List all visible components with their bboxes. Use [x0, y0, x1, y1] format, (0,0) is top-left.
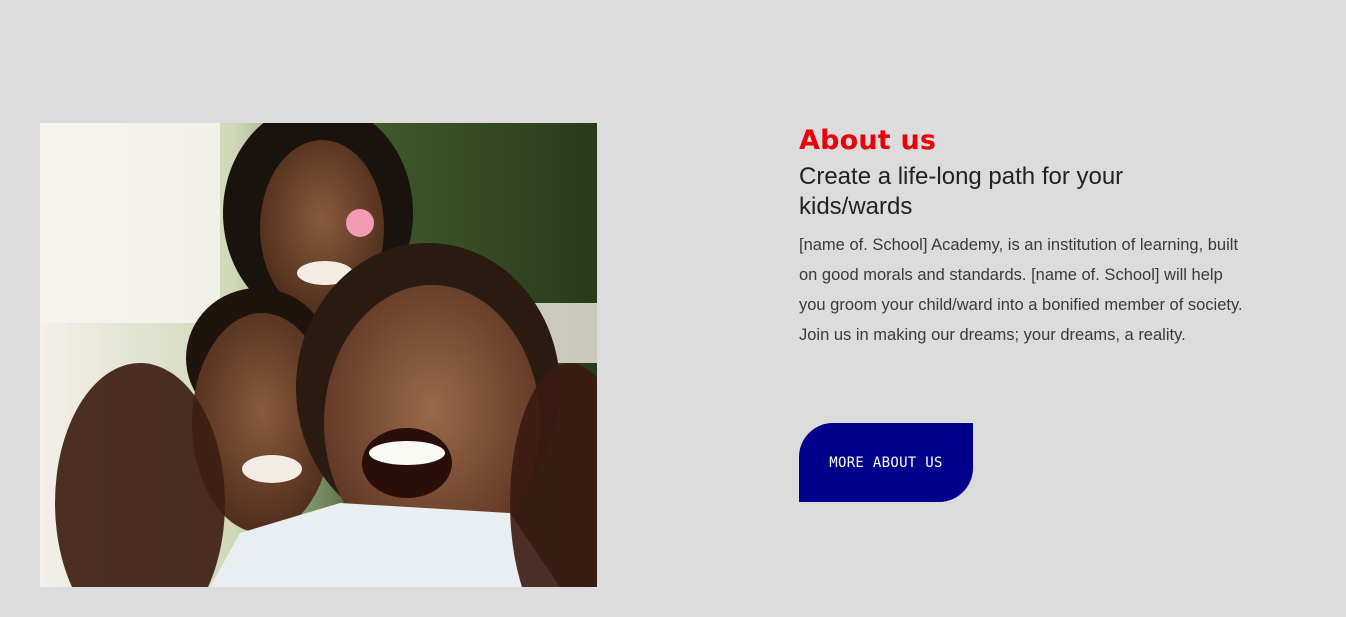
more-about-us-button[interactable]: MORE ABOUT US [799, 423, 973, 502]
about-photo [40, 123, 597, 587]
about-text-column: About us Create a life-long path for you… [799, 124, 1249, 350]
section-description: [name of. School] Academy, is an institu… [799, 236, 1243, 344]
section-headline: Create a life-long path for your kids/wa… [799, 163, 1124, 220]
about-section: About us Create a life-long path for you… [0, 0, 1346, 617]
photo-illustration [40, 123, 597, 587]
section-eyebrow: About us [799, 125, 937, 156]
